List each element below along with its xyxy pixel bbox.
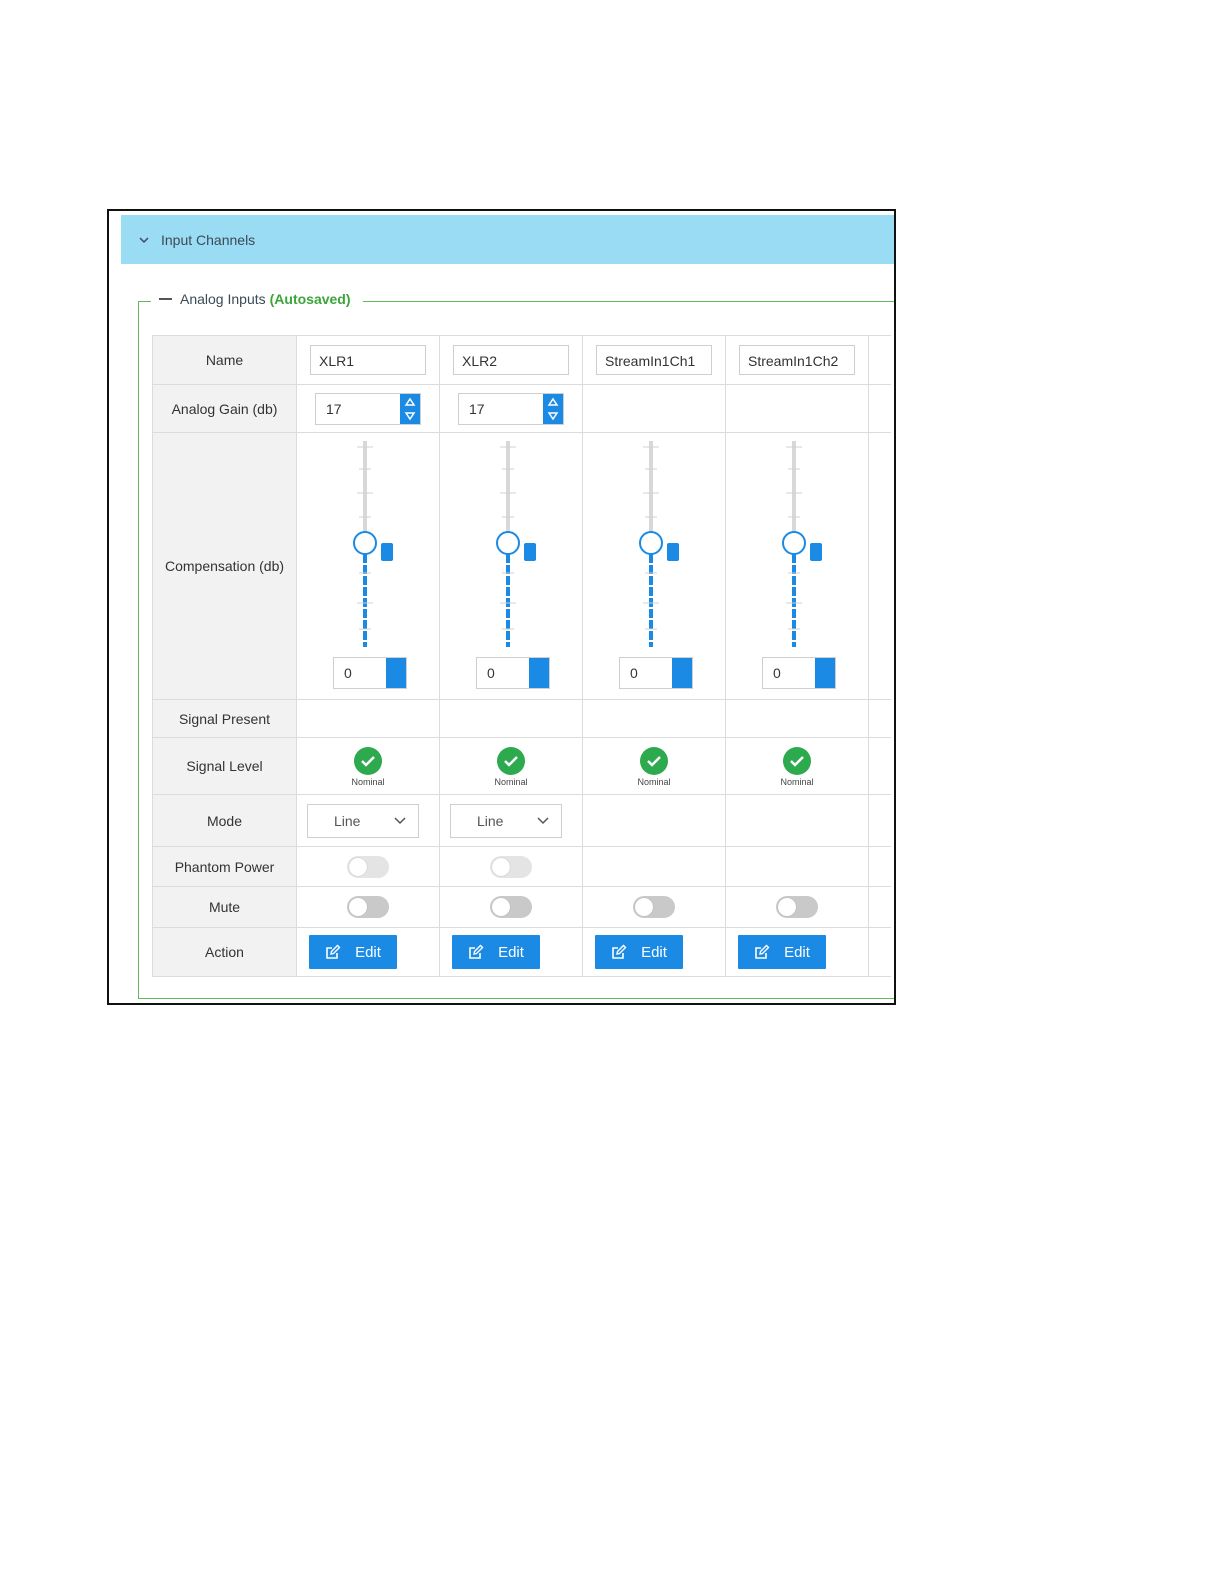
signal-level-label: Nominal [637,776,671,787]
row-label-compensation: Compensation (db) [152,432,297,700]
row-label-signal-level: Signal Level [152,737,297,795]
mode-value: Line [477,812,504,829]
name-input-streamin1ch2[interactable]: StreamIn1Ch2 [739,345,855,375]
autosaved-label: (Autosaved) [269,291,351,307]
mute-toggle-xlr1[interactable] [347,896,389,918]
toggle-knob [349,857,367,876]
name-input-streamin1ch1[interactable]: StreamIn1Ch1 [596,345,712,375]
edit-label: Edit [784,943,810,961]
name-input-xlr1[interactable]: XLR1 [310,345,426,375]
row-label-mute: Mute [152,886,297,928]
phantom-toggle-xlr1[interactable] [347,855,389,878]
edit-icon [326,944,341,959]
phantom-toggle-xlr2[interactable] [490,855,532,878]
row-label-action: Action [152,927,297,977]
compensation-slider-streamin1ch2[interactable]: 0 [726,433,868,699]
row-mode: Mode Line Line [152,794,891,847]
row-label-signal-present: Signal Present [152,699,297,738]
channels-table: Name XLR1 XLR2 StreamIn1Ch1 StreamIn1Ch2… [152,335,891,977]
mute-toggle-xlr2[interactable] [490,896,532,918]
row-label-gain: Analog Gain (db) [152,384,297,433]
compensation-stepper[interactable]: 0 [476,657,550,689]
mode-select-xlr2[interactable]: Line [450,803,562,838]
row-label-name: Name [152,335,297,385]
gain-value: 17 [326,400,342,417]
panel-title: Input Channels [161,231,256,248]
input-channels-frame: Input Channels Analog Inputs (Autosaved)… [107,209,896,1005]
collapse-dash-icon[interactable] [159,298,172,300]
edit-label: Edit [498,943,524,961]
row-gain: Analog Gain (db) 17 17 [152,384,891,433]
edit-button-streamin1ch1[interactable]: Edit [595,935,683,969]
toggle-knob [492,898,510,916]
row-label-mode: Mode [152,794,297,847]
edit-icon [469,944,484,959]
stepper-arrows-icon[interactable] [477,658,549,688]
gain-value: 17 [469,400,485,417]
mode-value: Line [334,812,361,829]
slider-track-icon[interactable] [726,433,868,653]
slider-track-icon[interactable] [440,433,582,653]
gain-stepper-xlr1[interactable]: 17 [315,392,421,425]
panel-header[interactable]: Input Channels [121,215,894,264]
stepper-arrows-icon[interactable] [400,393,420,424]
edit-icon [612,944,627,959]
compensation-slider-xlr1[interactable]: 0 [297,433,439,699]
check-circle-icon [640,746,668,775]
check-circle-icon [497,746,525,775]
mute-toggle-streamin1ch2[interactable] [776,896,818,918]
signal-level-label: Nominal [351,776,385,787]
stepper-arrows-icon[interactable] [620,658,692,688]
row-signal-present: Signal Present [152,699,891,738]
edit-label: Edit [641,943,667,961]
row-mute: Mute [152,886,891,928]
compensation-slider-streamin1ch1[interactable]: 0 [583,433,725,699]
gain-stepper-xlr2[interactable]: 17 [458,392,564,425]
name-input-xlr2[interactable]: XLR2 [453,345,569,375]
edit-label: Edit [355,943,381,961]
chevron-down-icon [139,236,149,243]
toggle-knob [635,898,653,916]
stepper-arrows-icon[interactable] [334,658,406,688]
row-signal-level: Signal Level Nominal Nominal Nominal Nom… [152,737,891,795]
check-circle-icon [354,746,382,775]
signal-level-label: Nominal [780,776,814,787]
edit-button-xlr1[interactable]: Edit [309,935,397,969]
toggle-knob [492,857,510,876]
mode-select-xlr1[interactable]: Line [307,803,419,838]
edit-button-streamin1ch2[interactable]: Edit [738,935,826,969]
stepper-arrows-icon[interactable] [763,658,835,688]
compensation-stepper[interactable]: 0 [619,657,693,689]
check-circle-icon [783,746,811,775]
slider-track-icon[interactable] [583,433,725,653]
group-legend: Analog Inputs (Autosaved) [151,291,363,307]
edit-icon [755,944,770,959]
chevron-down-icon [537,816,549,824]
stepper-arrows-icon[interactable] [543,393,563,424]
row-action: Action Edit Edit Edit Edit [152,927,891,977]
row-phantom: Phantom Power [152,846,891,887]
chevron-down-icon [394,816,406,824]
toggle-knob [349,898,367,916]
row-name: Name XLR1 XLR2 StreamIn1Ch1 StreamIn1Ch2 [152,335,891,385]
compensation-slider-xlr2[interactable]: 0 [440,433,582,699]
group-title: Analog Inputs [180,291,266,307]
mute-toggle-streamin1ch1[interactable] [633,896,675,918]
compensation-stepper[interactable]: 0 [333,657,407,689]
row-label-phantom: Phantom Power [152,846,297,887]
compensation-stepper[interactable]: 0 [762,657,836,689]
toggle-knob [778,898,796,916]
slider-track-icon[interactable] [297,433,439,653]
edit-button-xlr2[interactable]: Edit [452,935,540,969]
signal-level-label: Nominal [494,776,528,787]
row-compensation: Compensation (db) 0 0 0 0 [152,432,891,700]
